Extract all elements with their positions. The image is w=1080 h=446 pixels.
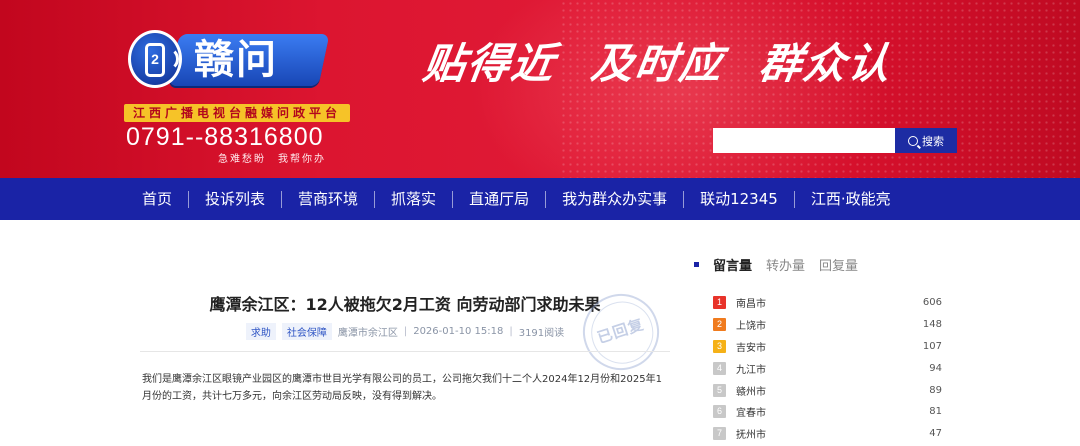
logo-number: 2 <box>151 51 159 67</box>
rank-city: 上饶市 <box>736 321 766 333</box>
tag-social-security[interactable]: 社会保障 <box>281 323 332 340</box>
nav-item-complaints[interactable]: 投诉列表 <box>205 178 265 220</box>
ranking-tabs: 留言量 转办量 回复量 <box>694 254 946 274</box>
nav-divider <box>452 190 454 208</box>
slogan-part: 群众认 <box>756 39 896 88</box>
bullet-icon <box>694 261 699 267</box>
tab-replies[interactable]: 回复量 <box>819 255 858 274</box>
nav-divider <box>374 190 376 208</box>
tag-help[interactable]: 求助 <box>245 323 276 340</box>
nav-item-home[interactable]: 首页 <box>142 178 172 220</box>
ranking-row[interactable]: 3 吉安市 107 <box>713 336 942 358</box>
rank-number-badge: 5 <box>713 383 726 397</box>
nav-divider <box>545 190 547 208</box>
search-button-label: 搜索 <box>922 134 944 148</box>
rank-count: 606 <box>922 297 942 309</box>
tab-transferred[interactable]: 转办量 <box>766 255 805 274</box>
rank-city: 抚州市 <box>736 430 766 442</box>
platform-name-bar: 江西广播电视台融媒问政平台 <box>124 104 350 122</box>
rank-city: 九江市 <box>736 364 766 376</box>
nav-divider <box>683 190 685 208</box>
logo-slogan: 急难愁盼 我帮你办 <box>218 150 326 165</box>
site-logo[interactable]: 赣问 2 江西广播电视台融媒问政平台 0791--88316800 急难愁盼 我帮… <box>122 22 352 172</box>
stamp-text: 已回复 <box>595 315 647 348</box>
header-banner: 赣问 2 江西广播电视台融媒问政平台 0791--88316800 急难愁盼 我帮… <box>0 0 1080 178</box>
logo-slogan-part: 急难愁盼 <box>218 154 266 165</box>
article-location: 鹰潭市余江区 <box>337 328 398 339</box>
nav-divider <box>188 190 190 208</box>
ranking-row[interactable]: 4 九江市 94 <box>713 357 942 379</box>
phone-icon: 2 <box>128 30 182 88</box>
nav-item-business-env[interactable]: 营商环境 <box>298 178 358 220</box>
rank-number-badge: 6 <box>713 405 726 419</box>
banner-slogan: 贴得近 及时应 群众认 <box>420 30 897 91</box>
ranking-row[interactable]: 1 南昌市 606 <box>713 292 942 314</box>
search-button[interactable]: 搜索 <box>895 128 957 153</box>
ranking-row[interactable]: 5 赣州市 89 <box>713 379 942 401</box>
logo-text: 赣问 <box>194 37 278 83</box>
nav-divider <box>281 190 283 208</box>
search-icon <box>908 135 918 146</box>
rank-number-badge: 7 <box>713 427 726 441</box>
nav-divider <box>793 190 795 208</box>
logo-slogan-part: 我帮你办 <box>278 154 326 165</box>
nav-item-zhengnengliang[interactable]: 江西·政能亮 <box>811 178 891 220</box>
rank-count: 148 <box>922 319 942 331</box>
tab-messages[interactable]: 留言量 <box>713 255 752 274</box>
nav-item-departments[interactable]: 直通厅局 <box>469 178 529 220</box>
rank-city: 南昌市 <box>736 299 766 311</box>
rank-count: 107 <box>922 340 942 352</box>
logo-badge: 赣问 2 <box>122 24 332 96</box>
hotline-number: 0791--88316800 <box>126 123 324 151</box>
rank-count: 47 <box>929 428 942 440</box>
article-reads: 3191阅读 <box>518 328 565 339</box>
nav-item-12345[interactable]: 联动12345 <box>700 178 778 220</box>
slogan-part: 及时应 <box>588 39 728 88</box>
platform-name: 江西广播电视台融媒问政平台 <box>132 106 341 120</box>
nav-item-implementation[interactable]: 抓落实 <box>391 178 436 220</box>
ranking-list: 1 南昌市 606 2 上饶市 148 3 吉安市 107 4 九江市 94 5 赣州市 89 6 宜春市 81 7… <box>713 292 942 445</box>
article-divider <box>140 351 670 352</box>
ranking-row[interactable]: 2 上饶市 148 <box>713 314 942 336</box>
rank-city: 吉安市 <box>736 342 766 354</box>
ranking-row[interactable]: 7 抚州市 47 <box>713 423 942 445</box>
rank-city: 赣州市 <box>736 386 766 398</box>
main-nav: 首页 投诉列表 营商环境 抓落实 直通厅局 我为群众办实事 联动12345 江西… <box>0 178 1080 220</box>
rank-number-badge: 4 <box>713 361 726 375</box>
rank-number-badge: 1 <box>713 296 726 310</box>
rank-number-badge: 2 <box>713 318 726 332</box>
ranking-row[interactable]: 6 宜春市 81 <box>713 401 942 423</box>
article-content: 我们是鹰潭余江区眼镜产业园区的鹰潭市世目光学有限公司的员工，公司拖欠我们十二个人… <box>142 374 662 402</box>
slogan-part: 贴得近 <box>420 39 560 88</box>
search-input[interactable] <box>713 128 895 153</box>
rank-city: 宜春市 <box>736 408 766 420</box>
ranking-panel: 留言量 转办量 回复量 1 南昌市 606 2 上饶市 148 3 吉安市 107 4 九江市 94 5… <box>694 254 946 441</box>
rank-count: 94 <box>929 362 942 374</box>
article-datetime: 2026-01-10 15:18 <box>413 326 504 337</box>
nav-item-practical-deeds[interactable]: 我为群众办实事 <box>562 178 667 220</box>
rank-count: 89 <box>929 384 942 396</box>
rank-count: 81 <box>929 406 942 418</box>
search-box: 搜索 <box>713 128 957 153</box>
logo-word-plate: 赣问 <box>168 34 330 86</box>
rank-number-badge: 3 <box>713 339 726 353</box>
